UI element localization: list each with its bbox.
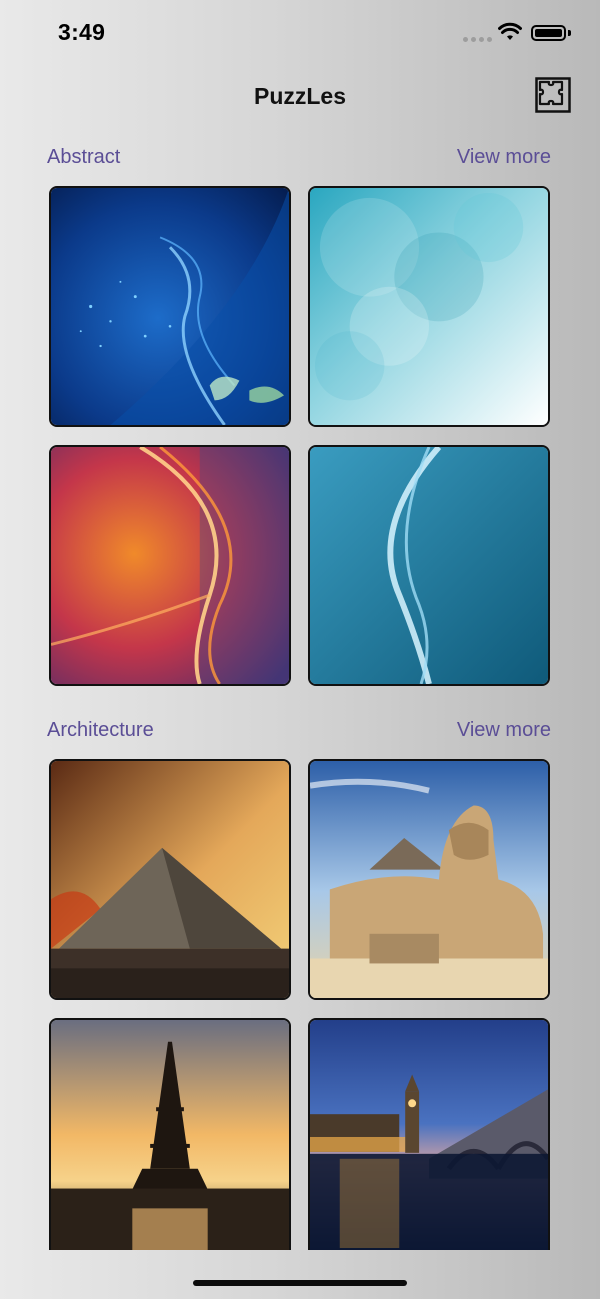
section-header-architecture: Architecture View more xyxy=(47,719,551,749)
signal-icon xyxy=(463,37,492,42)
puzzle-tile-pyramid-sunset[interactable] xyxy=(49,759,291,1000)
puzzle-tile-abstract-teal-bokeh[interactable] xyxy=(308,186,550,427)
section-title: Abstract xyxy=(47,146,121,168)
section-header-abstract: Abstract View more xyxy=(47,146,551,176)
puzzle-tile-sphinx[interactable] xyxy=(308,759,550,1000)
status-time: 3:49 xyxy=(58,19,106,45)
battery-tip xyxy=(568,30,571,36)
puzzle-tile-abstract-blue-swirl[interactable] xyxy=(308,445,550,686)
puzzle-tile-abstract-orange-waves[interactable] xyxy=(49,445,291,686)
puzzle-icon[interactable] xyxy=(535,77,571,113)
page-title: PuzzLes xyxy=(253,83,347,109)
puzzle-tile-eiffel-tower[interactable] xyxy=(49,1018,291,1250)
section-title: Architecture xyxy=(47,719,154,741)
puzzle-tile-big-ben[interactable] xyxy=(308,1018,550,1250)
battery-icon xyxy=(531,25,566,41)
view-more-link[interactable]: View more xyxy=(457,146,551,169)
view-more-link[interactable]: View more xyxy=(457,719,551,742)
wifi-icon xyxy=(498,22,522,40)
puzzle-tile-abstract-blue-smoke[interactable] xyxy=(49,186,291,427)
home-indicator[interactable] xyxy=(193,1280,407,1286)
status-bar: 3:49 xyxy=(0,0,600,66)
